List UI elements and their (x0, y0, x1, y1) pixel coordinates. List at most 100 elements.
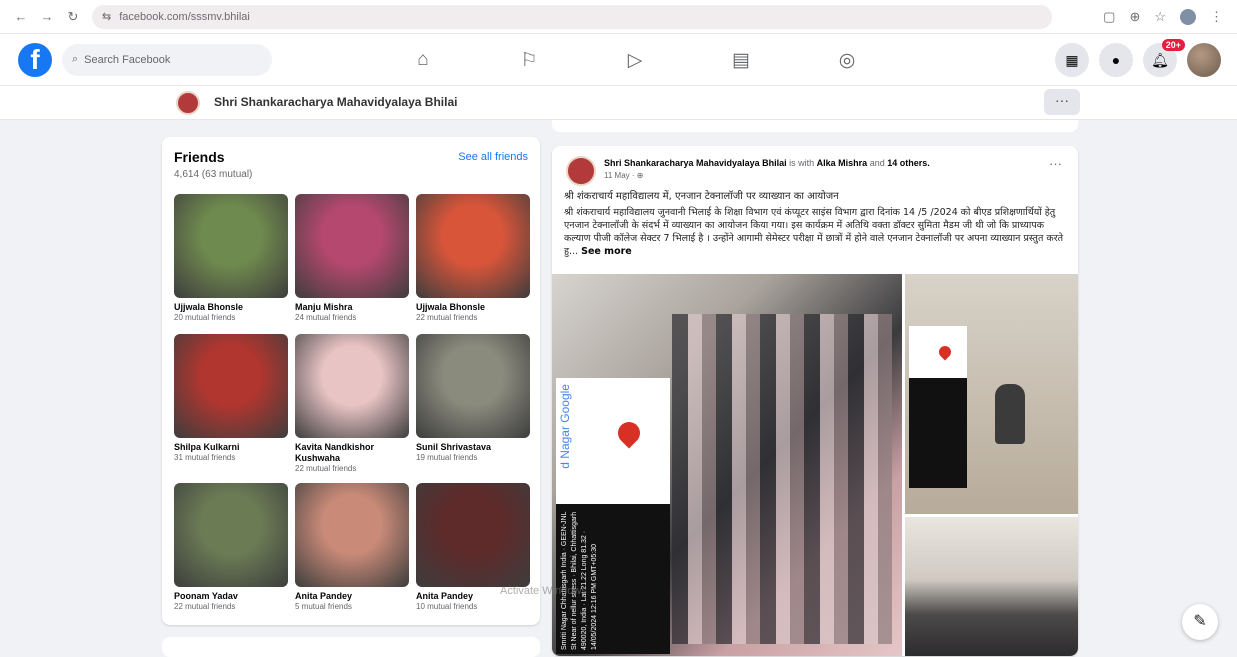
notification-badge: 20+ (1161, 39, 1185, 51)
mutual-friends: 22 mutual friends (174, 602, 236, 611)
post-author-name[interactable]: Shri Shankaracharya Mahavidyalaya Bhilai (604, 158, 787, 168)
page-avatar[interactable] (176, 91, 200, 115)
browser-menu-icon[interactable]: ⋮ (1210, 9, 1223, 25)
back-icon[interactable]: ← (14, 9, 28, 24)
post-photo-third[interactable] (905, 517, 1078, 656)
zoom-icon[interactable]: ⊕ (1129, 9, 1140, 25)
page-name[interactable]: Shri Shankaracharya Mahavidyalaya Bhilai (214, 95, 457, 109)
friend-photo[interactable] (295, 194, 409, 298)
see-more-link[interactable]: See more (581, 246, 632, 257)
post-title-text: श्री शंकराचार्य महाविद्यालय में, एनजान ट… (564, 191, 839, 202)
mutual-friends: 31 mutual friends (174, 453, 236, 462)
post-tagged-user[interactable]: Alka Mishra (817, 158, 868, 168)
post-more-button[interactable]: ··· (1049, 156, 1062, 171)
page-sticky-header: Shri Shankaracharya Mahavidyalaya Bhilai… (0, 86, 1237, 120)
post-author-avatar[interactable] (566, 156, 596, 186)
speaker-figure (995, 384, 1025, 444)
friend-photo[interactable] (174, 334, 288, 438)
post-body: श्री शंकराचार्य महाविद्यालय जुनवानी भिला… (564, 206, 1064, 258)
friend-photo[interactable] (416, 483, 530, 587)
account-avatar[interactable] (1187, 43, 1221, 77)
address-bar[interactable]: ⇆ facebook.com/sssmv.bhilai (92, 4, 1052, 29)
facebook-logo-icon[interactable]: f (18, 42, 52, 77)
friend-photo[interactable] (174, 483, 288, 587)
video-icon[interactable]: ▷ (582, 34, 688, 86)
next-card (162, 637, 540, 657)
friend-tile[interactable]: Ujjwala Bhonsle 22 mutual friends (416, 194, 530, 323)
post-header: Shri Shankaracharya Mahavidyalaya Bhilai… (604, 158, 930, 168)
friend-tile[interactable]: Sunil Shrivastava 19 mutual friends (416, 334, 530, 463)
mutual-friends: 19 mutual friends (416, 453, 478, 462)
mini-map-thumbnail (909, 326, 967, 378)
search-icon: ⌕ (72, 53, 79, 65)
browser-toolbar: ← → ↻ ⇆ facebook.com/sssmv.bhilai ▢ ⊕ ☆ … (0, 0, 1237, 34)
messenger-icon[interactable]: ● (1099, 43, 1133, 77)
post-tagged-others[interactable]: 14 others. (887, 158, 930, 168)
friends-title[interactable]: Friends (174, 149, 225, 165)
feed-post: Shri Shankaracharya Mahavidyalaya Bhilai… (552, 146, 1078, 656)
post-photo-grid: d Nagar Google Smriti Nagar Chhattisgarh… (552, 274, 1078, 656)
friend-tile[interactable]: Shilpa Kulkarni 31 mutual friends (174, 334, 288, 463)
home-icon[interactable]: ⌂ (370, 34, 476, 86)
friend-name[interactable]: Manju Mishra (295, 302, 409, 313)
friends-count: 4,614 (63 mutual) (174, 169, 253, 180)
friend-photo[interactable] (295, 334, 409, 438)
friend-photo[interactable] (416, 194, 530, 298)
reload-icon[interactable]: ↻ (66, 9, 80, 25)
post-photo-main[interactable]: d Nagar Google Smriti Nagar Chhattisgarh… (552, 274, 902, 656)
mutual-friends: 10 mutual friends (416, 602, 478, 611)
menu-grid-icon[interactable]: ▦ (1055, 43, 1089, 77)
friend-tile[interactable]: Manju Mishra 24 mutual friends (295, 194, 409, 323)
mini-gps-overlay (909, 378, 967, 488)
friend-photo[interactable] (295, 483, 409, 587)
friend-photo[interactable] (174, 194, 288, 298)
new-message-edit-icon[interactable]: ✎ (1182, 604, 1218, 640)
post-and-text: and (869, 158, 885, 168)
friend-tile[interactable]: Poonam Yadav 22 mutual friends (174, 483, 288, 612)
mutual-friends: 5 mutual friends (295, 602, 352, 611)
map-pin-icon (613, 417, 645, 449)
friend-name[interactable]: Shilpa Kulkarni (174, 442, 288, 453)
map-thumbnail: d Nagar Google (556, 378, 670, 504)
search-box[interactable]: ⌕ Search Facebook (62, 43, 272, 76)
groups-icon[interactable]: ◎ (794, 34, 900, 86)
audience-image (672, 314, 892, 644)
facebook-header: f ⌕ Search Facebook ⌂ ⚐ ▷ ▤ ◎ ▦ ● 🔔︎ 20+ (0, 34, 1237, 86)
mutual-friends: 24 mutual friends (295, 313, 357, 322)
bookmark-star-icon[interactable]: ☆ (1154, 9, 1166, 25)
mutual-friends: 20 mutual friends (174, 313, 236, 322)
see-all-friends-link[interactable]: See all friends (458, 151, 528, 163)
friend-tile[interactable]: Kavita Nandkishor Kushwaha 22 mutual fri… (295, 334, 409, 474)
friend-photo[interactable] (416, 334, 530, 438)
forward-icon[interactable]: → (40, 9, 54, 24)
friend-tile[interactable]: Ujjwala Bhonsle 20 mutual friends (174, 194, 288, 323)
friend-name[interactable]: Kavita Nandkishor Kushwaha (295, 442, 409, 464)
notifications-bell-icon[interactable]: 🔔︎ 20+ (1143, 39, 1185, 77)
friends-card: Friends 4,614 (63 mutual) See all friend… (162, 137, 540, 625)
cast-icon[interactable]: ▢ (1103, 9, 1115, 25)
post-date[interactable]: 11 May · ⊕ (604, 171, 643, 180)
post-photo-secondary[interactable] (905, 274, 1078, 514)
friend-name[interactable]: Ujjwala Bhonsle (416, 302, 530, 313)
browser-profile-icon[interactable] (1180, 8, 1196, 25)
marketplace-icon[interactable]: ▤ (688, 34, 794, 86)
windows-watermark: Activate Windows (500, 585, 587, 597)
friend-name[interactable]: Poonam Yadav (174, 591, 288, 602)
mutual-friends: 22 mutual friends (295, 464, 357, 473)
gps-overlay: Smriti Nagar Chhattisgarh India · GEEN-J… (556, 504, 670, 654)
friend-name[interactable]: Anita Pandey (295, 591, 409, 602)
search-input[interactable]: Search Facebook (84, 54, 170, 66)
page-more-button[interactable]: ··· (1044, 89, 1080, 115)
previous-post-footer (552, 120, 1078, 132)
post-body-text: श्री शंकराचार्य महाविद्यालय जुनवानी भिला… (564, 207, 1063, 257)
post-with-text: is with (789, 158, 815, 168)
friend-tile[interactable]: Anita Pandey 5 mutual friends (295, 483, 409, 612)
map-label: d Nagar Google (558, 384, 572, 469)
site-info-icon[interactable]: ⇆ (102, 10, 111, 23)
url-text: facebook.com/sssmv.bhilai (119, 10, 250, 23)
friend-name[interactable]: Ujjwala Bhonsle (174, 302, 288, 313)
mutual-friends: 22 mutual friends (416, 313, 478, 322)
map-pin-icon (936, 343, 954, 361)
friend-name[interactable]: Sunil Shrivastava (416, 442, 530, 453)
pages-flag-icon[interactable]: ⚐ (476, 34, 582, 86)
